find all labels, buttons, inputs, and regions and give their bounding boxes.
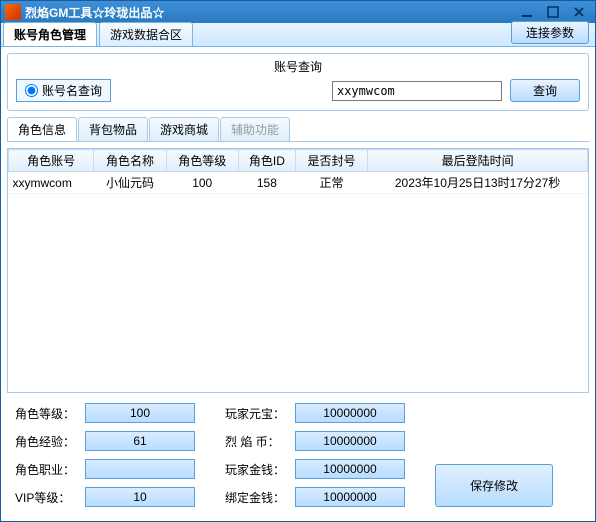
main-tabs: 账号角色管理 游戏数据合区 连接参数 [1,23,595,47]
tab-game-data[interactable]: 游戏数据合区 [99,22,193,46]
label-exp: 角色经验： [15,433,79,450]
cell-name: 小仙元码 [94,172,166,194]
label-vip: VIP等级： [15,489,79,506]
minimize-button[interactable] [515,4,539,20]
cell-lastlogin: 2023年10月25日13时17分27秒 [368,172,588,194]
query-title: 账号查询 [16,58,580,75]
close-button[interactable] [567,4,591,20]
field-level[interactable]: 100 [85,403,195,423]
label-money: 玩家金钱： [225,461,289,478]
field-exp[interactable]: 61 [85,431,195,451]
titlebar: 烈焰GM工具☆玲珑出品☆ [1,1,595,23]
radio-label: 账号名查询 [42,82,102,99]
role-table[interactable]: 角色账号 角色名称 角色等级 角色ID 是否封号 最后登陆时间 xxymwcom… [7,148,589,393]
col-banned[interactable]: 是否封号 [295,150,367,172]
col-level[interactable]: 角色等级 [166,150,238,172]
label-yuanbao: 玩家元宝： [225,405,289,422]
label-level: 角色等级： [15,405,79,422]
col-name[interactable]: 角色名称 [94,150,166,172]
search-button[interactable]: 查询 [510,79,580,102]
table-header-row: 角色账号 角色名称 角色等级 角色ID 是否封号 最后登陆时间 [9,150,588,172]
tab-backpack[interactable]: 背包物品 [78,117,148,141]
col-id[interactable]: 角色ID [238,150,295,172]
cell-account: xxymwcom [9,172,94,194]
save-button[interactable]: 保存修改 [435,464,553,507]
field-yuanbao[interactable]: 10000000 [295,403,405,423]
fields-panel: 角色等级： 100 角色经验： 61 角色职业： VIP等级： 10 玩家元宝： 100… [7,399,589,515]
query-by-account-radio[interactable]: 账号名查询 [16,79,111,102]
col-account[interactable]: 角色账号 [9,150,94,172]
table-row[interactable]: xxymwcom 小仙元码 100 158 正常 2023年10月25日13时1… [9,172,588,194]
col-lastlogin[interactable]: 最后登陆时间 [368,150,588,172]
app-icon [5,4,21,20]
label-job: 角色职业： [15,461,79,478]
tab-assist: 辅助功能 [220,117,290,141]
field-money[interactable]: 10000000 [295,459,405,479]
field-lieyan[interactable]: 10000000 [295,431,405,451]
cell-id: 158 [238,172,295,194]
tab-game-mall[interactable]: 游戏商城 [149,117,219,141]
account-search-input[interactable] [332,81,502,101]
tab-role-info[interactable]: 角色信息 [7,117,77,141]
window-title: 烈焰GM工具☆玲珑出品☆ [25,4,164,21]
tab-account-role[interactable]: 账号角色管理 [3,22,97,46]
content-area: 账号查询 账号名查询 查询 角色信息 背包物品 游戏商城 辅助功能 角色账号 角… [1,47,595,521]
cell-banned: 正常 [295,172,367,194]
field-bound[interactable]: 10000000 [295,487,405,507]
cell-level: 100 [166,172,238,194]
query-panel: 账号查询 账号名查询 查询 [7,53,589,111]
maximize-button[interactable] [541,4,565,20]
connection-params-button[interactable]: 连接参数 [511,21,589,44]
account-name-radio-input[interactable] [25,84,38,97]
field-vip[interactable]: 10 [85,487,195,507]
field-job[interactable] [85,459,195,479]
label-bound: 绑定金钱： [225,489,289,506]
sub-tabs: 角色信息 背包物品 游戏商城 辅助功能 [7,117,589,142]
app-window: 烈焰GM工具☆玲珑出品☆ 账号角色管理 游戏数据合区 连接参数 账号查询 账号名… [0,0,596,522]
label-lieyan: 烈 焰 币： [225,433,289,450]
